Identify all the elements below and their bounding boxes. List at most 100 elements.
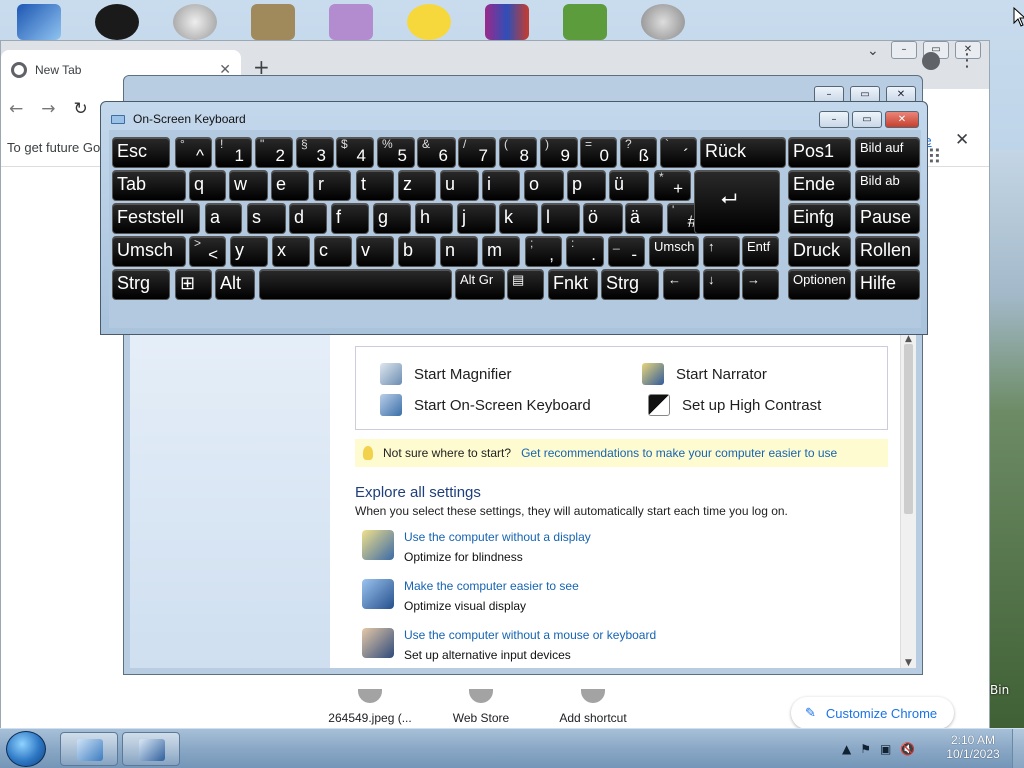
osk-key[interactable]: * + [654,170,691,201]
osk-key[interactable]: > < [189,236,226,267]
osk-key[interactable]: p [567,170,606,201]
osk-key[interactable]: r [313,170,351,201]
scrollbar-thumb[interactable] [904,344,913,514]
osk-key[interactable]: Einfg [788,203,851,234]
osk-key[interactable]: i [482,170,520,201]
osk-key[interactable]: % 5 [377,137,415,168]
osk-key[interactable]: Alt Gr [455,269,505,300]
show-desktop-button[interactable] [1012,729,1024,768]
volume-muted-icon[interactable]: 🔇 [900,742,915,756]
osk-key[interactable]: → [742,269,779,300]
osk-key[interactable]: Druck [788,236,851,267]
osk-key[interactable]: Esc [112,137,170,168]
osk-key[interactable]: ä [625,203,663,234]
shortcut-image[interactable]: 264549.jpeg (... [311,689,429,725]
osk-key[interactable]: ü [609,170,649,201]
osk-key[interactable]: Hilfe [855,269,920,300]
ease-scrollbar[interactable]: ▲ ▼ [900,334,916,668]
forward-icon[interactable]: → [41,99,55,119]
osk-key[interactable]: Bild ab [855,170,920,201]
osk-key[interactable]: ← [663,269,700,300]
osk-key[interactable]: " 2 [255,137,293,168]
osk-key[interactable]: c [314,236,352,267]
osk-key[interactable]: Pos1 [788,137,851,168]
high-contrast-button[interactable]: Set up High Contrast [648,394,821,416]
osk-key[interactable]: Bild auf [855,137,920,168]
osk-key[interactable]: a [205,203,242,234]
setting-without-mouse[interactable]: Use the computer without a mouse or keyb… [362,628,656,662]
osk-key[interactable]: k [499,203,538,234]
profile-avatar-icon[interactable] [922,51,940,70]
osk-key[interactable]: g [373,203,411,234]
monitor-icon[interactable] [10,2,68,40]
chevron-down-icon[interactable]: ⌄ [867,43,879,59]
pidgin-icon[interactable] [322,2,380,40]
osk-key[interactable]: ;, [525,236,562,267]
osk-key[interactable]: s [247,203,286,234]
osk-key[interactable]: z [398,170,436,201]
osk-key[interactable]: _ - [608,236,645,267]
tray-expand-icon[interactable]: ▲ [842,742,851,756]
osk-enter-key[interactable]: ⮠ [694,170,780,234]
network-icon[interactable]: ▣ [880,742,891,756]
osk-maximize-button[interactable]: ▭ [852,111,882,128]
setting-easier-to-see[interactable]: Make the computer easier to see Optimize… [362,579,579,613]
osk-key[interactable]: Ende [788,170,851,201]
osk-key[interactable]: d [289,203,327,234]
osk-key[interactable]: n [440,236,478,267]
osk-key[interactable]: Strg [601,269,659,300]
osk-key[interactable]: ↓ [703,269,740,300]
clock[interactable]: 2:10 AM 10/1/2023 [938,733,1008,761]
osk-key[interactable]: Rück [700,137,786,168]
shortcut-add[interactable]: Add shortcut [533,689,653,725]
osk-key[interactable]: ▤ [507,269,544,300]
recycle-bin-label[interactable]: Bin [990,683,1009,697]
start-magnifier-button[interactable]: Start Magnifier [380,363,512,385]
osk-key[interactable]: Alt [215,269,255,300]
osk-key[interactable]: b [398,236,436,267]
osk-key[interactable]: Optionen [788,269,851,300]
osk-key[interactable]: x [272,236,310,267]
reload-icon[interactable]: ↻ [74,99,88,119]
osk-key[interactable]: Umsch [649,236,699,267]
scroll-down-icon[interactable]: ▼ [905,658,912,668]
osk-key[interactable]: w [229,170,268,201]
start-osk-button[interactable]: Start On-Screen Keyboard [380,394,591,416]
setting-link[interactable]: Use the computer without a display [404,530,591,544]
osk-key[interactable]: $4 [336,137,374,168]
setting-link[interactable]: Make the computer easier to see [404,579,579,593]
chrome-minimize-button[interactable]: – [891,41,917,59]
osk-key[interactable]: j [457,203,496,234]
osk-key[interactable]: f [331,203,369,234]
pdf-icon[interactable] [400,2,458,40]
osk-close-button[interactable]: ✕ [885,111,919,128]
chrome-menu-icon[interactable]: ⋮ [958,50,976,71]
osk-key[interactable]: & 6 [417,137,456,168]
apps-grid-icon[interactable]: ⠿ [927,145,942,169]
gimp-icon[interactable] [244,2,302,40]
customize-chrome-button[interactable]: ✎ Customize Chrome [791,697,954,729]
osk-key[interactable]: ? ß [620,137,657,168]
scroll-up-icon[interactable]: ▲ [905,334,912,344]
osk-key[interactable]: e [271,170,309,201]
osk-key[interactable]: ! 1 [215,137,252,168]
osk-key[interactable]: l [541,203,580,234]
start-button[interactable] [6,731,46,767]
osk-key[interactable]: v [356,236,394,267]
winrar-icon[interactable] [478,2,536,40]
osk-key[interactable]: /7 [458,137,496,168]
setting-without-display[interactable]: Use the computer without a display Optim… [362,530,591,564]
taskbar-osk[interactable] [122,732,180,766]
osk-key[interactable]: Entf [742,236,779,267]
osk-key[interactable]: (8 [499,137,537,168]
keepass-icon[interactable] [88,2,146,40]
osk-key[interactable]: Fnkt [548,269,598,300]
osk-key[interactable]: Tab [112,170,186,201]
osk-key[interactable]: :. [566,236,604,267]
osk-key[interactable]: ° ^ [175,137,212,168]
osk-key[interactable]: Feststell [112,203,200,234]
osk-key[interactable]: u [440,170,479,201]
taskbar-control-panel[interactable] [60,732,118,766]
osk-minimize-button[interactable]: – [819,111,849,128]
osk-key[interactable]: Umsch [112,236,186,267]
